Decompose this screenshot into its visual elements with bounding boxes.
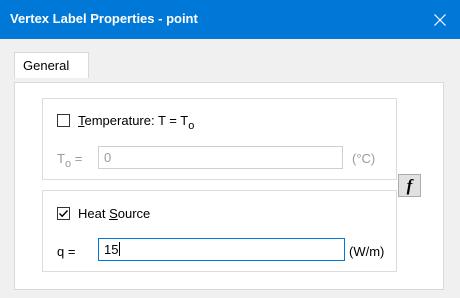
title-bar: Vertex Label Properties - point [0,0,460,39]
tab-general-label: General [23,58,70,73]
t0-field-label: To = [57,151,83,170]
checkmark-icon [59,210,69,218]
heat-source-label[interactable]: Heat Source [78,206,150,221]
temperature-group: Temperature: T = To To = 0 (°C) [42,98,397,180]
function-button[interactable]: f [398,174,421,197]
heat-source-label-after: ource [117,206,151,221]
temperature-checkbox[interactable] [57,114,70,127]
q-input[interactable]: 15 [98,238,345,261]
temperature-label[interactable]: Temperature: T = To [78,113,194,132]
q-unit: (W/m) [349,244,385,259]
t0-field-label-t: T [57,151,65,166]
tab-general[interactable]: General [14,52,89,78]
temperature-label-rest: emperature: T = T [84,113,189,128]
temperature-label-sub: o [188,120,195,132]
t0-field-label-eq: = [71,151,83,166]
q-field-label: q = [57,244,76,259]
tab-strip: General [0,39,460,83]
t0-input[interactable]: 0 [98,146,343,169]
window-title: Vertex Label Properties - point [10,11,198,26]
q-input-value: 15 [104,242,119,257]
heat-source-checkbox[interactable] [57,207,70,220]
close-icon [434,13,446,26]
tab-panel-general: Temperature: T = To To = 0 (°C) Heat Sou… [14,82,444,290]
t0-unit: (°C) [352,151,376,166]
heat-source-label-mnemonic: S [109,206,118,221]
heat-source-label-before: Heat [78,206,110,221]
text-caret [119,242,121,256]
close-button[interactable] [420,0,460,39]
heat-source-group: Heat Source q = 15 (W/m) [42,190,397,272]
